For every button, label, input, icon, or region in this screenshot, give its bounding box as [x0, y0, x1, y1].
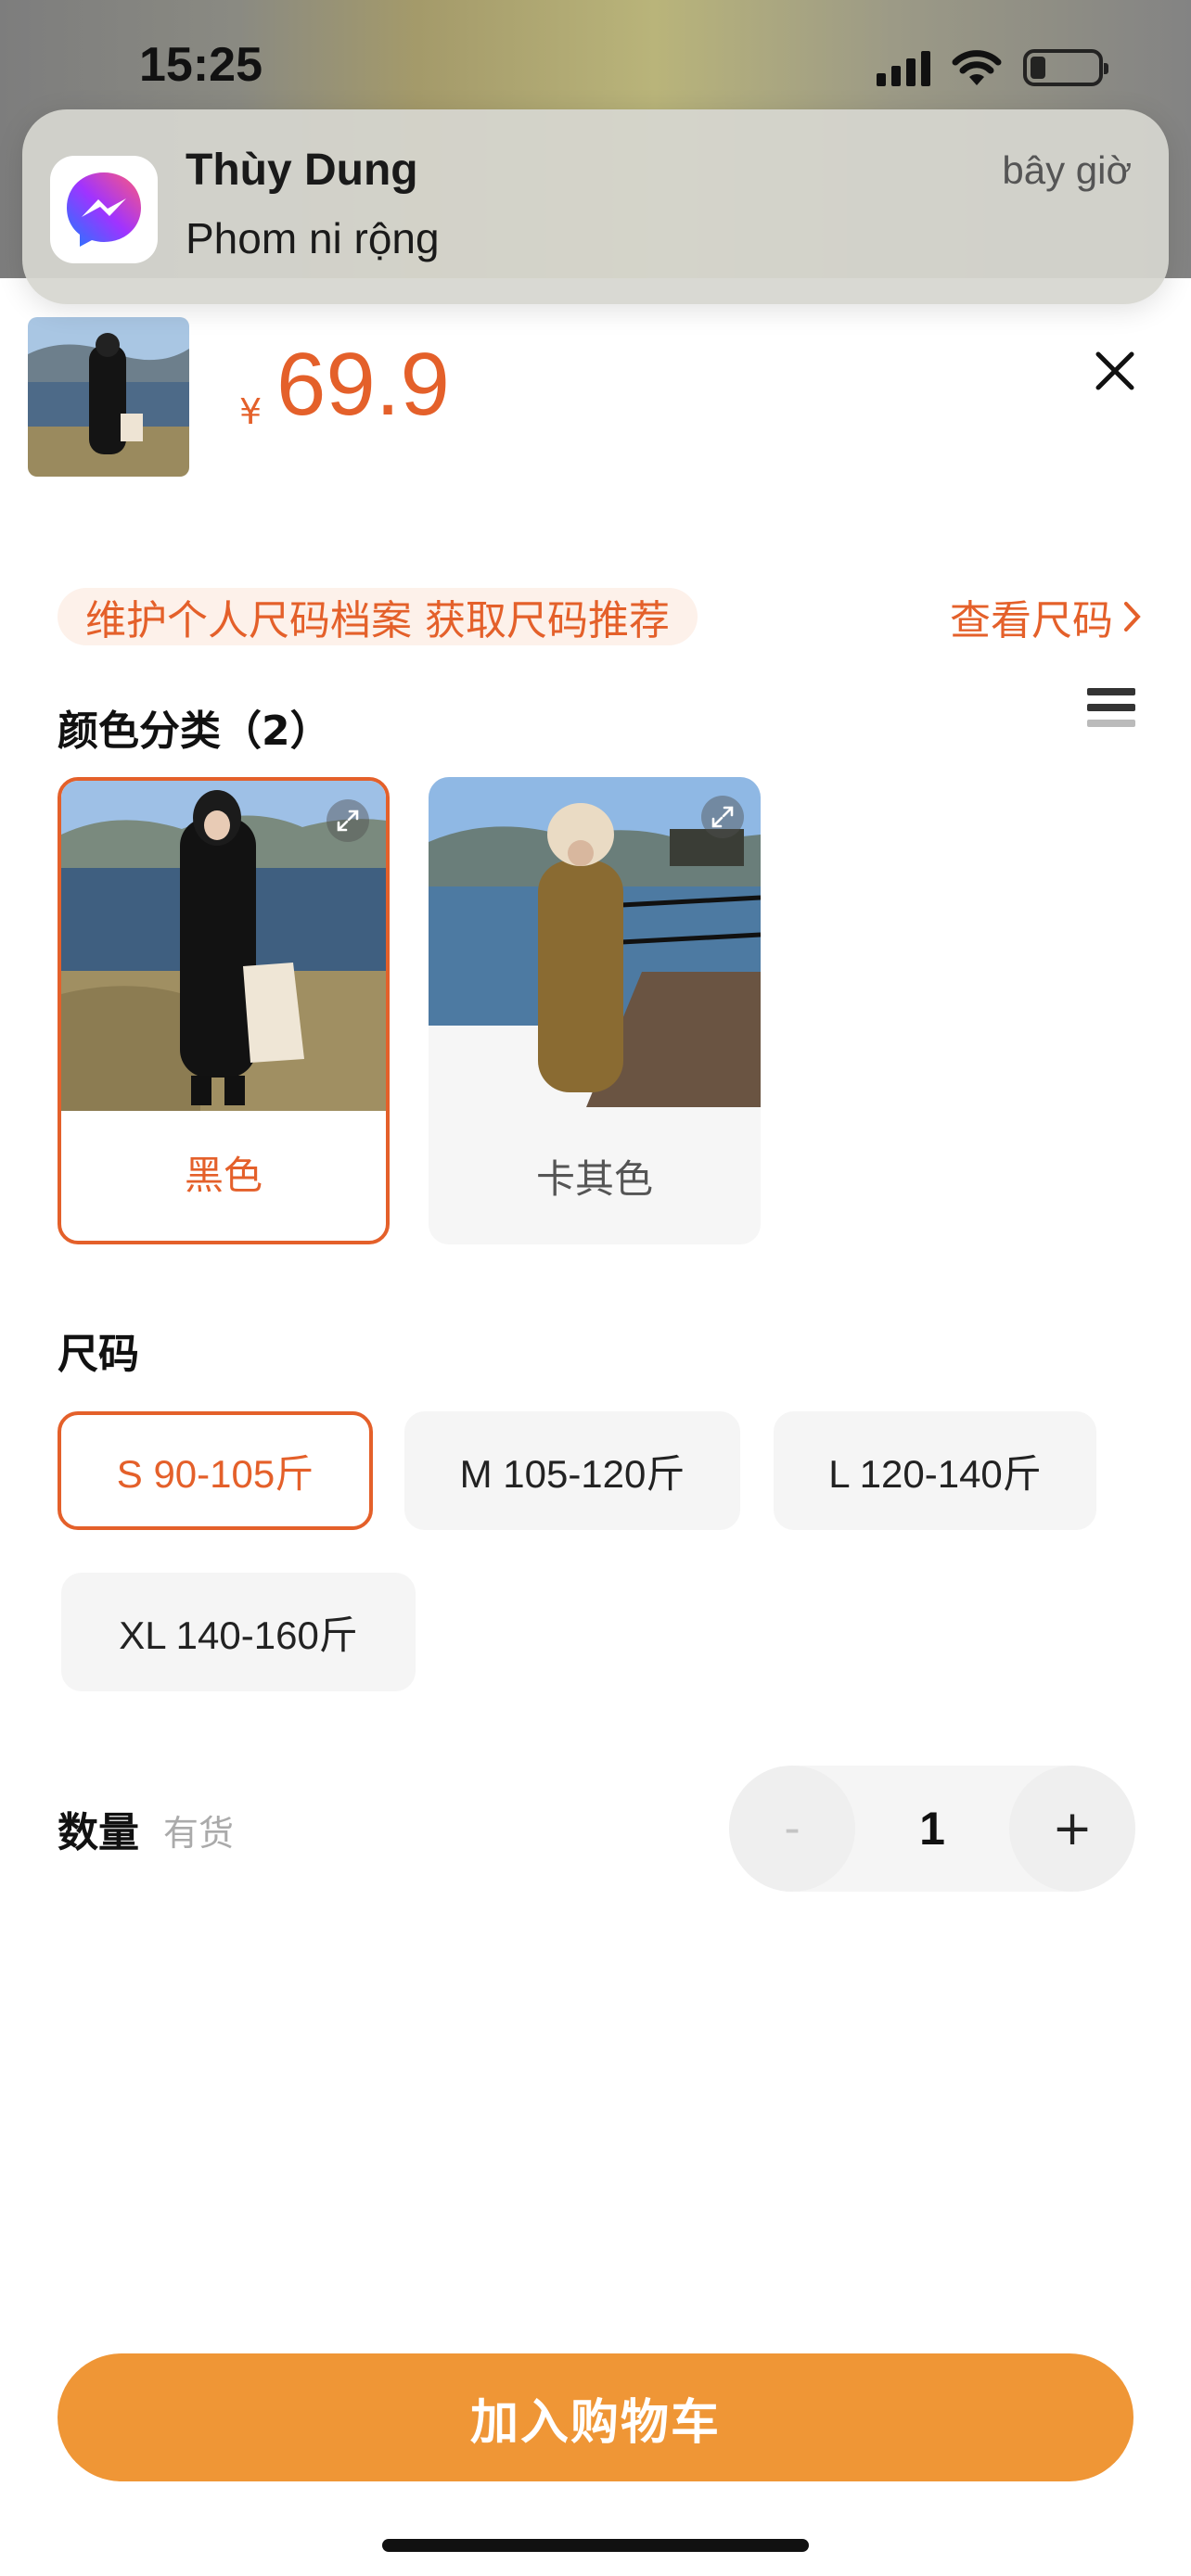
size-profile-text: 维护个人尺码档案 获取尺码推荐 — [85, 597, 670, 644]
quantity-stepper: - 1 + — [729, 1766, 1135, 1892]
sku-selector-sheet: ¥ 69.9 维护个人尺码档案 获取尺码推荐 查看尺码 颜色分类（2） 黑色 卡… — [0, 278, 1191, 2576]
size-option-label: XL 140-160斤 — [119, 1613, 358, 1657]
product-price: 69.9 — [276, 335, 450, 434]
increment-button[interactable]: + — [1009, 1766, 1135, 1892]
expand-icon[interactable] — [327, 799, 369, 842]
size-option-xl[interactable]: XL 140-160斤 — [61, 1573, 416, 1691]
close-icon — [1095, 351, 1134, 390]
battery-icon — [1023, 49, 1108, 86]
messenger-icon — [50, 156, 158, 263]
cellular-signal-icon — [877, 49, 930, 86]
product-thumbnail[interactable] — [28, 317, 189, 477]
stock-status: 有货 — [163, 1813, 235, 1854]
size-option-label: L 120-140斤 — [828, 1451, 1042, 1496]
quantity-title: 数量 — [58, 1809, 139, 1856]
size-option-l[interactable]: L 120-140斤 — [774, 1411, 1096, 1530]
color-option-black[interactable]: 黑色 — [58, 777, 390, 1244]
add-to-cart-button[interactable]: 加入购物车 — [58, 2353, 1133, 2481]
color-option-label: 黑色 — [184, 1152, 263, 1198]
view-size-link[interactable]: 查看尺码 — [950, 588, 1143, 645]
notification-sender: Thùy Dung — [186, 146, 418, 195]
price-currency: ¥ — [239, 391, 263, 432]
notification-message: Phom ni rộng — [186, 214, 440, 262]
size-option-label: S 90-105斤 — [116, 1451, 314, 1496]
size-option-m[interactable]: M 105-120斤 — [404, 1411, 740, 1530]
status-icons — [877, 48, 1108, 87]
size-section-title: 尺码 — [58, 1331, 139, 1378]
notification-time: bây giờ — [1002, 148, 1132, 192]
color-section-title: 颜色分类（2） — [58, 708, 331, 755]
size-profile-prompt[interactable]: 维护个人尺码档案 获取尺码推荐 — [58, 588, 698, 645]
expand-icon[interactable] — [701, 796, 744, 838]
list-view-toggle-icon[interactable] — [1087, 688, 1135, 740]
color-option-khaki[interactable]: 卡其色 — [429, 777, 761, 1244]
home-indicator[interactable] — [382, 2539, 809, 2552]
decrement-button[interactable]: - — [729, 1766, 855, 1892]
quantity-value[interactable]: 1 — [855, 1766, 1009, 1892]
wifi-icon — [952, 50, 1002, 85]
status-time: 15:25 — [139, 38, 263, 92]
size-option-label: M 105-120斤 — [459, 1451, 685, 1496]
notification-banner[interactable]: Thùy Dung Phom ni rộng bây giờ — [22, 109, 1169, 304]
view-size-label: 查看尺码 — [950, 597, 1113, 644]
color-option-label: 卡其色 — [535, 1155, 653, 1202]
close-button[interactable] — [1087, 343, 1143, 399]
size-option-s[interactable]: S 90-105斤 — [58, 1411, 373, 1530]
chevron-right-icon — [1124, 602, 1141, 631]
